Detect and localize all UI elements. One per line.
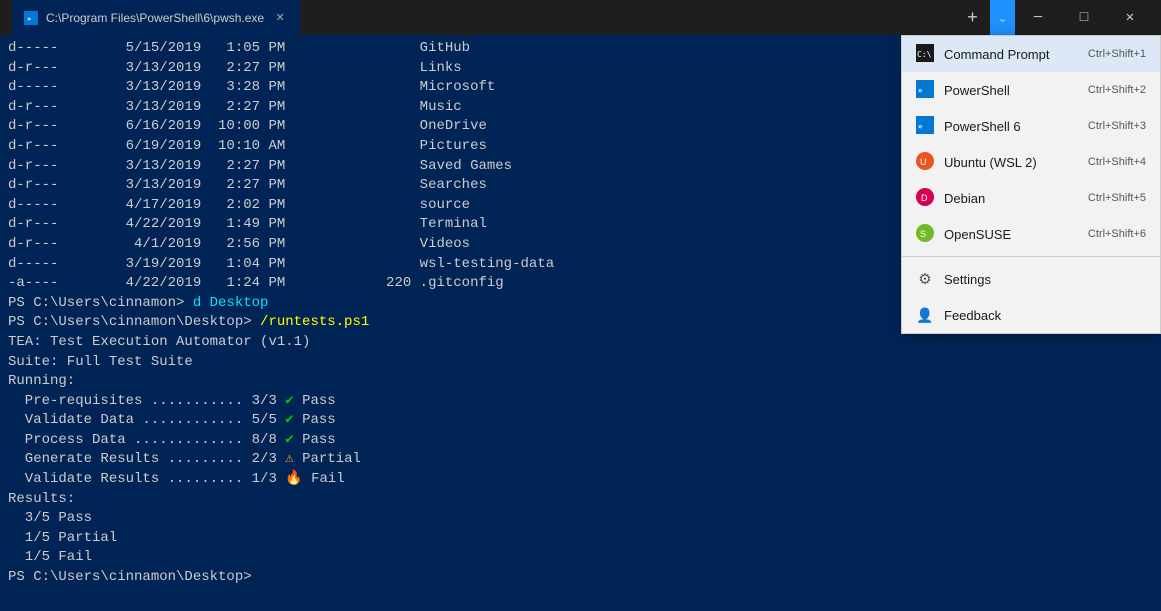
menu-item-shortcut-opensuse: Ctrl+Shift+6 <box>1088 228 1146 240</box>
settings-icon-wrap: ⚙ <box>916 270 934 288</box>
terminal-line: 3/5 Pass <box>8 509 1153 529</box>
dropdown-menu: C:\ Command Prompt Ctrl+Shift+1 » PowerShell… <box>901 35 1161 334</box>
debian-icon-wrap: D <box>916 189 934 207</box>
maximize-button[interactable]: □ <box>1061 0 1107 35</box>
menu-item-shortcut-ps6: Ctrl+Shift+3 <box>1088 120 1146 132</box>
terminal-line: TEA: Test Execution Automator (v1.1) <box>8 333 1153 353</box>
terminal-line: Suite: Full Test Suite <box>8 353 1153 373</box>
menu-item-opensuse[interactable]: S OpenSUSE Ctrl+Shift+6 <box>902 216 1160 252</box>
menu-item-label-settings: Settings <box>944 272 1146 287</box>
feedback-icon: 👤 <box>916 307 933 324</box>
menu-item-shortcut-ps: Ctrl+Shift+2 <box>1088 84 1146 96</box>
menu-item-ps6[interactable]: » PowerShell 6 Ctrl+Shift+3 <box>902 108 1160 144</box>
menu-item-settings[interactable]: ⚙ Settings <box>902 261 1160 297</box>
svg-text:U: U <box>920 157 927 167</box>
terminal-line: Validate Results ......... 1/3 🔥 Fail <box>8 470 1153 490</box>
terminal-line: 1/5 Partial <box>8 529 1153 549</box>
menu-item-ubuntu[interactable]: U Ubuntu (WSL 2) Ctrl+Shift+4 <box>902 144 1160 180</box>
menu-item-shortcut-cmd: Ctrl+Shift+1 <box>1088 48 1146 60</box>
new-tab-button[interactable]: + <box>955 0 990 35</box>
dropdown-button[interactable]: ⌄ <box>990 0 1015 35</box>
terminal-line: PS C:\Users\cinnamon\Desktop> <box>8 568 1153 588</box>
minimize-button[interactable]: ─ <box>1015 0 1061 35</box>
menu-item-debian[interactable]: D Debian Ctrl+Shift+5 <box>902 180 1160 216</box>
title-bar-controls: + ⌄ ─ □ ✕ <box>955 0 1153 35</box>
terminal-line: Running: <box>8 372 1153 392</box>
debian-icon: D <box>916 188 934 209</box>
menu-item-label-feedback: Feedback <box>944 308 1146 323</box>
terminal-line: Pre-requisites ........... 3/3 ✔ Pass <box>8 392 1153 412</box>
menu-item-feedback[interactable]: 👤 Feedback <box>902 297 1160 333</box>
svg-text:D: D <box>921 193 928 203</box>
close-button[interactable]: ✕ <box>1107 0 1153 35</box>
terminal-line: 1/5 Fail <box>8 548 1153 568</box>
tab-close-button[interactable]: ✕ <box>272 10 288 26</box>
terminal-line: Validate Data ............ 5/5 ✔ Pass <box>8 411 1153 431</box>
cmd-icon: C:\ <box>916 44 934 65</box>
menu-item-label-debian: Debian <box>944 191 1078 206</box>
tab-powershell-icon: » <box>24 11 38 25</box>
menu-item-ps[interactable]: » PowerShell Ctrl+Shift+2 <box>902 72 1160 108</box>
svg-text:»: » <box>918 85 923 95</box>
ps6-icon-wrap: » <box>916 117 934 135</box>
title-bar: » C:\Program Files\PowerShell\6\pwsh.exe… <box>0 0 1161 35</box>
terminal-window: » C:\Program Files\PowerShell\6\pwsh.exe… <box>0 0 1161 611</box>
terminal-line: Process Data ............. 8/8 ✔ Pass <box>8 431 1153 451</box>
tab-label: C:\Program Files\PowerShell\6\pwsh.exe <box>46 11 264 25</box>
menu-divider <box>902 256 1160 257</box>
cmd-icon-wrap: C:\ <box>916 45 934 63</box>
menu-item-label-ps6: PowerShell 6 <box>944 119 1078 134</box>
svg-text:C:\: C:\ <box>917 50 932 59</box>
ubuntu-icon-wrap: U <box>916 153 934 171</box>
active-tab[interactable]: » C:\Program Files\PowerShell\6\pwsh.exe… <box>12 0 300 35</box>
ps-icon-wrap: » <box>916 81 934 99</box>
feedback-icon-wrap: 👤 <box>916 306 934 324</box>
powershell-icon: » <box>916 80 934 101</box>
svg-text:»: » <box>918 121 923 131</box>
terminal-line: Generate Results ......... 2/3 ⚠ Partial <box>8 450 1153 470</box>
opensuse-icon: S <box>916 224 934 245</box>
menu-item-shortcut-debian: Ctrl+Shift+5 <box>1088 192 1146 204</box>
powershell-icon: » <box>916 116 934 137</box>
menu-item-cmd[interactable]: C:\ Command Prompt Ctrl+Shift+1 <box>902 36 1160 72</box>
terminal-line: Results: <box>8 490 1153 510</box>
menu-item-label-opensuse: OpenSUSE <box>944 227 1078 242</box>
menu-item-shortcut-ubuntu: Ctrl+Shift+4 <box>1088 156 1146 168</box>
ubuntu-icon: U <box>916 152 934 173</box>
menu-item-label-ps: PowerShell <box>944 83 1078 98</box>
svg-text:S: S <box>920 229 926 239</box>
settings-gear-icon: ⚙ <box>918 270 931 288</box>
menu-item-label-ubuntu: Ubuntu (WSL 2) <box>944 155 1078 170</box>
menu-item-label-cmd: Command Prompt <box>944 47 1078 62</box>
opensuse-icon-wrap: S <box>916 225 934 243</box>
svg-text:»: » <box>27 15 31 23</box>
